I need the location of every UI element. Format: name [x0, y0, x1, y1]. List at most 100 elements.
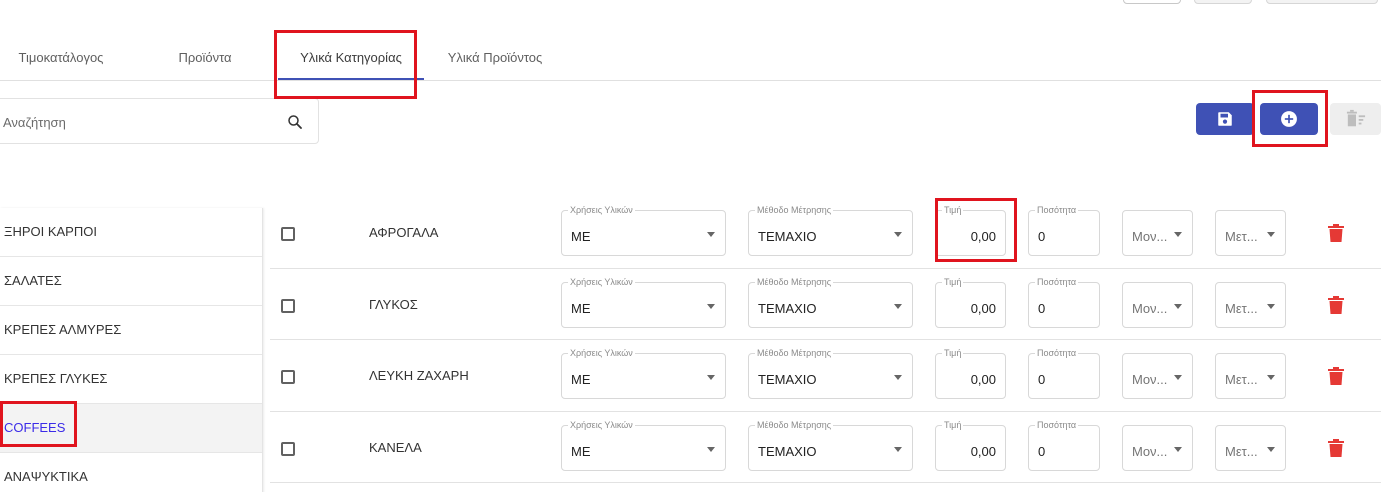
price-value: 0,00 — [970, 443, 996, 459]
measure-label: Μέθοδο Μέτρησης — [755, 275, 834, 288]
search-input[interactable] — [3, 112, 273, 132]
row-checkbox[interactable] — [281, 227, 295, 241]
delete-selected-button[interactable] — [1330, 103, 1381, 135]
trash-icon[interactable] — [1328, 224, 1344, 242]
measure-select[interactable]: Μέθοδο Μέτρησης ΤΕΜΑΧΙΟ — [748, 275, 913, 328]
category-item[interactable]: ΑΝΑΨΥΚΤΙΚΑ — [0, 453, 262, 492]
material-name: ΑΦΡΟΓΑΛΑ — [369, 225, 439, 240]
top-button-2[interactable] — [1194, 0, 1252, 4]
dropdown-arrow-icon — [894, 375, 902, 380]
save-icon — [1218, 112, 1232, 126]
category-list: ΞΗΡΟΙ ΚΑΡΠΟΙ ΣΑΛΑΤΕΣ ΚΡΕΠΕΣ ΑΛΜΥΡΕΣ ΚΡΕΠ… — [0, 208, 263, 492]
measure-unit-value: Μετ... — [1225, 229, 1258, 244]
dropdown-arrow-icon — [707, 232, 715, 237]
dropdown-arrow-icon — [1267, 375, 1275, 380]
dropdown-arrow-icon — [707, 303, 715, 309]
uses-select[interactable]: Χρήσεις Υλικών ΜΕ — [561, 418, 726, 471]
uses-select[interactable]: Χρήσεις Υλικών ΜΕ — [561, 347, 726, 399]
uses-label: Χρήσεις Υλικών — [568, 204, 635, 216]
measure-unit-value: Μετ... — [1225, 372, 1258, 387]
unit-value: Μον... — [1132, 443, 1168, 459]
price-input[interactable]: Τιμή 0,00 — [935, 275, 1006, 328]
save-button[interactable] — [1196, 103, 1254, 135]
measure-unit-select[interactable]: Μετ... — [1215, 353, 1286, 399]
top-button-3[interactable] — [1266, 0, 1378, 4]
dropdown-arrow-icon — [1174, 375, 1182, 380]
delete-sweep-icon — [1346, 109, 1365, 127]
row-checkbox[interactable] — [281, 370, 295, 384]
price-input[interactable]: Τιμή 0,00 — [935, 204, 1006, 256]
measure-unit-select[interactable]: Μετ... — [1215, 424, 1286, 471]
measure-value: ΤΕΜΑΧΙΟ — [758, 372, 817, 387]
unit-value: Μον... — [1132, 300, 1168, 316]
uses-value: ΜΕ — [571, 372, 591, 387]
measure-select[interactable]: Μέθοδο Μέτρησης ΤΕΜΑΧΙΟ — [748, 418, 913, 471]
measure-unit-value: Μετ... — [1225, 443, 1258, 459]
quantity-input[interactable]: Ποσότητα 0 — [1028, 418, 1100, 471]
tab-category-materials[interactable]: Υλικά Κατηγορίας — [278, 36, 424, 80]
uses-select[interactable]: Χρήσεις Υλικών ΜΕ — [561, 204, 726, 256]
price-value: 0,00 — [970, 300, 996, 316]
quantity-label: Ποσότητα — [1035, 418, 1079, 431]
price-input[interactable]: Τιμή 0,00 — [935, 347, 1006, 399]
category-item-selected[interactable]: COFFEES — [0, 404, 262, 453]
category-item[interactable]: ΣΑΛΑΤΕΣ — [0, 257, 262, 306]
quantity-input[interactable]: Ποσότητα 0 — [1028, 275, 1100, 328]
measure-value: ΤΕΜΑΧΙΟ — [758, 443, 817, 459]
unit-value: Μον... — [1132, 229, 1168, 244]
trash-icon[interactable] — [1328, 367, 1344, 385]
price-label: Τιμή — [942, 204, 964, 216]
price-input[interactable]: Τιμή 0,00 — [935, 418, 1006, 471]
measure-select[interactable]: Μέθοδο Μέτρησης ΤΕΜΑΧΙΟ — [748, 204, 913, 256]
add-button[interactable] — [1260, 103, 1318, 135]
category-item[interactable]: ΚΡΕΠΕΣ ΓΛΥΚΕΣ — [0, 355, 262, 404]
dropdown-arrow-icon — [1174, 303, 1182, 309]
tab-bar: Τιμοκατάλογος Προϊόντα Υλικά Κατηγορίας … — [0, 36, 1381, 81]
price-label: Τιμή — [942, 347, 964, 359]
top-button-1[interactable] — [1123, 0, 1181, 4]
quantity-value: 0 — [1038, 372, 1046, 387]
material-row: ΑΦΡΟΓΑΛΑ Χρήσεις Υλικών ΜΕ Μέθοδο Μέτρησ… — [270, 197, 1381, 269]
quantity-label: Ποσότητα — [1035, 204, 1079, 216]
material-name: ΓΛΥΚΟΣ — [369, 296, 418, 312]
price-value: 0,00 — [970, 372, 996, 387]
quantity-input[interactable]: Ποσότητα 0 — [1028, 347, 1100, 399]
row-checkbox[interactable] — [281, 441, 295, 456]
uses-value: ΜΕ — [571, 443, 591, 459]
dropdown-arrow-icon — [894, 232, 902, 237]
quantity-value: 0 — [1038, 229, 1046, 244]
measure-value: ΤΕΜΑΧΙΟ — [758, 229, 817, 244]
measure-select[interactable]: Μέθοδο Μέτρησης ΤΕΜΑΧΙΟ — [748, 347, 913, 399]
row-checkbox[interactable] — [281, 298, 295, 313]
tab-product-materials[interactable]: Υλικά Προϊόντος — [436, 36, 554, 80]
category-item[interactable]: ΚΡΕΠΕΣ ΑΛΜΥΡΕΣ — [0, 306, 262, 355]
dropdown-arrow-icon — [1267, 232, 1275, 237]
tab-products[interactable]: Προϊόντα — [146, 36, 264, 80]
dropdown-arrow-icon — [1174, 446, 1182, 452]
trash-icon[interactable] — [1328, 438, 1344, 457]
measure-label: Μέθοδο Μέτρησης — [755, 418, 834, 431]
search-box — [0, 98, 319, 144]
tab-pricelist[interactable]: Τιμοκατάλογος — [0, 36, 122, 80]
uses-value: ΜΕ — [571, 300, 591, 316]
materials-table: ΑΦΡΟΓΑΛΑ Χρήσεις Υλικών ΜΕ Μέθοδο Μέτρησ… — [270, 197, 1381, 483]
unit-value: Μον... — [1132, 372, 1168, 387]
quantity-label: Ποσότητα — [1035, 347, 1079, 359]
dropdown-arrow-icon — [707, 375, 715, 380]
measure-unit-select[interactable]: Μετ... — [1215, 210, 1286, 256]
unit-select[interactable]: Μον... — [1122, 210, 1193, 256]
dropdown-arrow-icon — [707, 446, 715, 452]
dropdown-arrow-icon — [1174, 232, 1182, 237]
unit-select[interactable]: Μον... — [1122, 353, 1193, 399]
quantity-input[interactable]: Ποσότητα 0 — [1028, 204, 1100, 256]
category-item[interactable]: ΞΗΡΟΙ ΚΑΡΠΟΙ — [0, 208, 262, 257]
uses-select[interactable]: Χρήσεις Υλικών ΜΕ — [561, 275, 726, 328]
search-icon[interactable] — [286, 113, 304, 131]
unit-select[interactable]: Μον... — [1122, 424, 1193, 471]
trash-icon[interactable] — [1328, 295, 1344, 314]
measure-unit-select[interactable]: Μετ... — [1215, 281, 1286, 328]
price-value: 0,00 — [970, 229, 996, 244]
unit-select[interactable]: Μον... — [1122, 281, 1193, 328]
dropdown-arrow-icon — [894, 446, 902, 452]
measure-value: ΤΕΜΑΧΙΟ — [758, 300, 817, 316]
